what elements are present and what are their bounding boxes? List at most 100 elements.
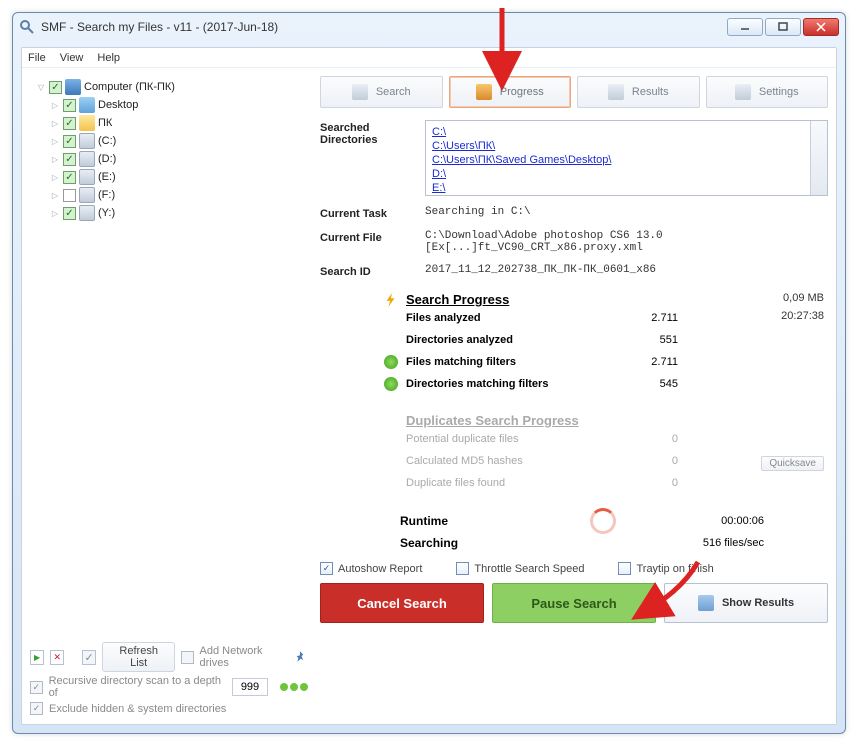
search-icon [352,84,368,100]
left-pane: Computer (ПК-ПК) Desktop ПК (C:) (D:) (E… [22,70,314,724]
expander-icon[interactable] [50,100,60,110]
tree-label: (D:) [98,153,116,165]
progress-size: 0,09 MB [781,292,824,304]
maximize-button[interactable] [765,18,801,36]
throttle-option[interactable]: Throttle Search Speed [456,562,584,575]
checkbox-icon[interactable] [63,117,76,130]
tab-results[interactable]: Results [577,76,700,108]
tab-label: Results [632,86,669,98]
tree-node-desktop[interactable]: Desktop [50,96,308,114]
expand-all-button[interactable] [30,650,44,665]
dup-progress-title: Duplicates Search Progress [406,413,579,428]
dir-link[interactable]: C:\ [432,125,821,139]
tree-node-user[interactable]: ПК [50,114,308,132]
traytip-option[interactable]: Traytip on finish [618,562,713,575]
cancel-search-button[interactable]: Cancel Search [320,583,484,623]
expander-icon[interactable] [50,208,60,218]
quicksave-button[interactable]: Quicksave [761,456,824,471]
results-icon [698,595,714,611]
tab-search[interactable]: Search [320,76,443,108]
dup-md5-value: 0 [616,455,678,467]
expander-icon[interactable] [50,190,60,200]
drive-icon [79,187,95,203]
tree-node-drive-e[interactable]: (E:) [50,168,308,186]
searched-dirs-list[interactable]: C:\ C:\Users\ПК\ C:\Users\ПК\Saved Games… [425,120,828,196]
tree-node-drive-y[interactable]: (Y:) [50,204,308,222]
client-area: File View Help Computer (ПК-ПК) [21,47,837,725]
checkbox-icon[interactable] [63,207,76,220]
tab-progress[interactable]: Progress [449,76,572,108]
add-network-checkbox[interactable] [181,651,193,664]
titlebar[interactable]: SMF - Search my Files - v11 - (2017-Jun-… [13,13,845,41]
add-network-label: Add Network drives [200,645,289,669]
tab-label: Search [376,86,411,98]
tree-node-drive-f[interactable]: (F:) [50,186,308,204]
checkbox-icon[interactable] [63,153,76,166]
tree-label: (Y:) [98,207,115,219]
menu-help[interactable]: Help [97,52,120,64]
show-results-button[interactable]: Show Results [664,583,828,623]
current-file-value: C:\Download\Adobe photoshop CS6 13.0 [Ex… [425,230,828,254]
menu-file[interactable]: File [28,52,46,64]
tree-node-computer[interactable]: Computer (ПК-ПК) [36,78,308,96]
dirs-match-label: Directories matching filters [406,378,616,390]
checkbox-icon[interactable] [456,562,469,575]
tree-label: (F:) [98,189,115,201]
directory-tree[interactable]: Computer (ПК-ПК) Desktop ПК (C:) (D:) (E… [30,78,308,633]
dir-link[interactable]: D:\ [432,167,821,181]
menu-view[interactable]: View [60,52,84,64]
exclude-hidden-checkbox[interactable] [30,702,43,715]
refresh-list-button[interactable]: Refresh List [102,642,175,672]
collapse-all-button[interactable] [50,650,64,665]
checkbox-icon[interactable] [63,135,76,148]
expander-icon[interactable] [50,172,60,182]
tree-label: (C:) [98,135,116,147]
dir-link[interactable]: C:\Users\ПК\ [432,139,821,153]
desktop-icon [79,97,95,113]
minimize-button[interactable] [727,18,763,36]
checkbox-icon[interactable] [63,171,76,184]
bolt-icon [384,293,398,307]
options-row: Autoshow Report Throttle Search Speed Tr… [320,562,828,575]
checkbox-icon[interactable] [63,189,76,202]
checkbox-icon[interactable] [320,562,333,575]
tree-node-drive-d[interactable]: (D:) [50,150,308,168]
expander-icon[interactable] [50,136,60,146]
close-button[interactable] [803,18,839,36]
checkbox-toggle-button[interactable]: ✓ [82,650,96,665]
tree-label: (E:) [98,171,116,183]
dir-link[interactable]: E:\ [432,181,821,195]
tree-node-drive-c[interactable]: (C:) [50,132,308,150]
folder-icon [79,115,95,131]
pause-search-button[interactable]: Pause Search [492,583,656,623]
files-match-value: 2.711 [616,356,678,368]
expander-icon[interactable] [50,118,60,128]
checkbox-icon[interactable] [63,99,76,112]
autoshow-option[interactable]: Autoshow Report [320,562,422,575]
pin-icon [384,377,398,391]
depth-input[interactable] [232,678,268,696]
expander-icon[interactable] [50,154,60,164]
recursive-checkbox[interactable] [30,681,43,694]
tree-label: ПК [98,117,112,129]
searching-value: 516 files/sec [664,537,764,549]
app-window: SMF - Search my Files - v11 - (2017-Jun-… [12,12,846,734]
pin-icon [384,355,398,369]
progress-meta: 0,09 MB 20:27:38 [781,292,824,328]
dup-potential-value: 0 [616,433,678,445]
current-task-value: Searching in C:\ [425,206,828,220]
dir-link[interactable]: C:\Users\ПК\Saved Games\Desktop\ [432,153,821,167]
tree-label: Desktop [98,99,138,111]
tree-label: Computer (ПК-ПК) [84,81,175,93]
window-buttons [727,18,839,36]
checkbox-icon[interactable] [618,562,631,575]
checkbox-icon[interactable] [49,81,62,94]
drive-icon [79,151,95,167]
expander-icon[interactable] [36,82,46,92]
status-dots-icon [280,683,308,691]
pushpin-icon[interactable] [295,650,308,664]
dup-potential-label: Potential duplicate files [406,433,616,445]
search-progress-title: Search Progress [406,292,509,307]
dup-found-label: Duplicate files found [406,477,616,489]
tab-settings[interactable]: Settings [706,76,829,108]
